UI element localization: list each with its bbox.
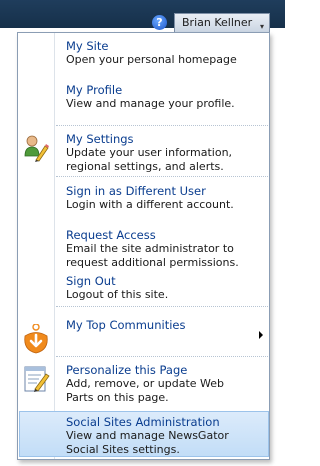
menu-item-desc-line: Social Sites settings. — [66, 442, 180, 456]
menu-item-desc: Logout of this site. — [66, 288, 168, 302]
submenu-arrow-icon — [259, 331, 263, 339]
menu-item-desc-line: request additional permissions. — [66, 255, 239, 269]
menu-item-title: My Top Communities — [66, 318, 186, 332]
menu-item-personalize-page[interactable]: Personalize this Page Add, remove, or up… — [18, 363, 269, 405]
edit-page-icon — [24, 366, 50, 392]
menu-item-desc-line: Parts on this page. — [66, 390, 169, 404]
menu-separator — [56, 176, 268, 177]
menu-item-desc-line: Logout of this site. — [66, 288, 169, 301]
menu-item-desc-line: regional settings, and alerts. — [66, 159, 224, 173]
menu-item-desc-line: Open your personal homepage — [66, 53, 237, 66]
menu-item-sign-in-different-user[interactable]: Sign in as Different User Login with a d… — [18, 184, 269, 212]
user-pencil-icon — [24, 135, 49, 162]
menu-item-desc-line: View and manage your profile. — [66, 97, 235, 110]
menu-item-title: Request Access — [66, 228, 156, 242]
menu-item-desc: Open your personal homepage — [66, 53, 237, 67]
menu-item-desc: View and manage your profile. — [66, 97, 235, 111]
menu-item-desc-line: Add, remove, or update Web — [66, 377, 225, 390]
menu-item-request-access[interactable]: Request Access Email the site administra… — [18, 228, 269, 270]
menu-item-desc-line: Login with a different account. — [66, 198, 234, 211]
menu-item-desc: Add, remove, or update Web Parts on this… — [66, 377, 224, 404]
user-name-label: Brian Kellner — [182, 16, 253, 29]
menu-item-desc: Email the site administrator to request … — [66, 242, 239, 269]
communities-icon — [24, 324, 48, 354]
menu-item-title: Sign Out — [66, 274, 116, 288]
help-icon[interactable]: ? — [152, 15, 167, 30]
menu-separator — [56, 356, 268, 357]
menu-item-title: My Profile — [66, 83, 123, 97]
menu-item-title: Social Sites Administration — [66, 415, 220, 429]
user-dropdown-menu: My Site Open your personal homepage My P… — [17, 32, 270, 460]
menu-item-title: Personalize this Page — [66, 363, 188, 377]
menu-item-my-site[interactable]: My Site Open your personal homepage — [18, 39, 269, 67]
menu-item-title: My Site — [66, 39, 109, 53]
menu-item-title: Sign in as Different User — [66, 184, 206, 198]
menu-item-my-profile[interactable]: My Profile View and manage your profile. — [18, 83, 269, 111]
menu-item-my-top-communities[interactable]: My Top Communities — [18, 318, 269, 358]
menu-item-title: My Settings — [66, 132, 134, 146]
menu-item-desc-line: View and manage NewsGator — [66, 429, 229, 442]
menu-item-desc: Update your user information, regional s… — [66, 146, 232, 173]
menu-separator — [56, 125, 268, 126]
menu-separator — [56, 306, 268, 307]
menu-item-sign-out[interactable]: Sign Out Logout of this site. — [18, 274, 269, 302]
menu-item-desc: Login with a different account. — [66, 198, 234, 212]
menu-item-desc: View and manage NewsGator Social Sites s… — [66, 429, 229, 456]
user-menu-button[interactable]: Brian Kellner ▾ — [174, 13, 270, 33]
menu-item-my-settings[interactable]: My Settings Update your user information… — [18, 132, 269, 174]
menu-item-desc-line: Email the site administrator to — [66, 242, 234, 255]
menu-item-social-sites-admin[interactable]: Social Sites Administration View and man… — [18, 415, 269, 457]
menu-item-desc-line: Update your user information, — [66, 146, 233, 159]
